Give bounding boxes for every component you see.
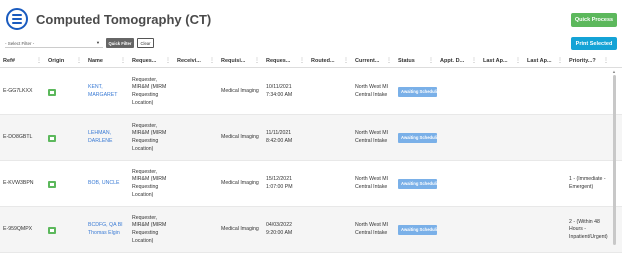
patient-name-link[interactable]: LEHMAN, DARLENE	[85, 115, 129, 161]
current-location-cell: North West MI Central Intake	[355, 130, 389, 144]
column-menu-icon[interactable]: ⋮	[557, 57, 563, 64]
current-location-cell: North West MI Central Intake	[355, 84, 389, 98]
column-menu-icon[interactable]: ⋮	[603, 57, 609, 64]
quick-filter-button[interactable]: Quick Filter	[106, 38, 134, 48]
status-badge: Awaiting Scheduling	[398, 132, 437, 144]
priority-cell: 2 - (Within 48 Hours - Inpatient/Urgent)	[569, 218, 608, 240]
quick-process-button[interactable]: Quick Process	[571, 13, 617, 27]
column-header-last-appt-2[interactable]: Last Ap... ⋮	[524, 54, 566, 68]
table-row[interactable]: E-DO8GBTL LEHMAN, DARLENE Requester, MIR&M…	[0, 115, 622, 161]
clear-button[interactable]: Clear	[137, 38, 154, 48]
menu-icon[interactable]	[6, 8, 28, 30]
column-menu-icon[interactable]: ⋮	[386, 57, 392, 64]
requisition-cell: Medical Imaging	[221, 226, 259, 233]
requester-cell: Requester, MIR&M (MIRM Requesting Location)	[132, 122, 167, 152]
table-header: Ref# ⋮ Origin ⋮ Name ⋮ Reques... ⋮ Receivi..…	[0, 54, 622, 68]
column-header-origin[interactable]: Origin ⋮	[45, 54, 85, 68]
status-cell: Awaiting Scheduling	[395, 161, 437, 207]
ref-cell: E-GG7LKXX	[3, 88, 33, 95]
column-header-priority[interactable]: Priority...? ⋮	[566, 54, 612, 68]
column-menu-icon[interactable]: ⋮	[343, 57, 349, 64]
column-header-routed[interactable]: Routed... ⋮	[308, 54, 352, 68]
priority-cell: 1 - (Immediate - Emergent)	[569, 176, 606, 190]
current-location-cell: North West MI Central Intake	[355, 176, 389, 190]
column-header-name[interactable]: Name ⋮	[85, 54, 129, 68]
column-menu-icon[interactable]: ⋮	[254, 57, 260, 64]
requisition-cell: Medical Imaging	[221, 88, 259, 95]
ref-cell: E-DO8GBTL	[3, 134, 33, 141]
requested-cell: 11/11/2021 8:42:00 AM	[266, 130, 293, 144]
current-location-cell: North West MI Central Intake	[355, 222, 389, 236]
requester-cell: Requester, MIR&M (MIRM Requesting Location)	[132, 168, 167, 198]
requisition-cell: Medical Imaging	[221, 180, 259, 187]
requested-cell: 04/03/2022 9:20:00 AM	[266, 222, 293, 236]
chevron-down-icon: ▼	[96, 40, 100, 45]
ref-cell: E-KVW3BPN	[3, 180, 34, 187]
ref-cell: E-959QMPX	[3, 226, 33, 233]
column-header-current[interactable]: Current... ⋮	[352, 54, 395, 68]
requested-cell: 10/11/2021 7:34:00 AM	[266, 84, 293, 98]
patient-name-link[interactable]: BCDFG, QA BI Thomas Elgin	[85, 207, 129, 253]
column-menu-icon[interactable]: ⋮	[471, 57, 477, 64]
filter-select-value: - Select Filter -	[5, 40, 35, 46]
column-menu-icon[interactable]: ⋮	[209, 57, 215, 64]
column-menu-icon[interactable]: ⋮	[76, 57, 82, 64]
column-header-appt-date[interactable]: Appt. D... ⋮	[437, 54, 480, 68]
status-badge: Awaiting Scheduling	[398, 224, 437, 236]
table-body: E-GG7LKXX KENT, MARGARET Requester, MIR&M …	[0, 69, 622, 256]
filter-select[interactable]: - Select Filter - ▼	[5, 39, 103, 48]
status-cell: Awaiting Scheduling	[395, 69, 437, 115]
table-row[interactable]: E-GG7LKXX KENT, MARGARET Requester, MIR&M …	[0, 69, 622, 115]
scroll-thumb[interactable]	[613, 75, 616, 245]
column-header-requisition[interactable]: Requisi... ⋮	[218, 54, 263, 68]
patient-name-link[interactable]: KENT, MARGARET	[85, 69, 129, 115]
column-header-ref[interactable]: Ref# ⋮	[0, 54, 45, 68]
referrals-table: Ref# ⋮ Origin ⋮ Name ⋮ Reques... ⋮ Receivi..…	[0, 54, 622, 256]
origin-cell	[45, 207, 85, 253]
scroll-up-icon[interactable]: ▲	[612, 69, 616, 74]
origin-cell	[45, 115, 85, 161]
column-menu-icon[interactable]: ⋮	[120, 57, 126, 64]
column-header-last-appt-1[interactable]: Last Ap... ⋮	[480, 54, 524, 68]
column-menu-icon[interactable]: ⋮	[36, 57, 42, 64]
table-scrollbar[interactable]: ▲	[612, 69, 617, 256]
status-badge: Awaiting Scheduling	[398, 178, 437, 190]
origin-cell	[45, 69, 85, 115]
table-row[interactable]: E-KVW3BPN BOB, UNCLE Requester, MIR&M (MI…	[0, 161, 622, 207]
table-row[interactable]: E-959QMPX BCDFG, QA BI Thomas Elgin Reque…	[0, 207, 622, 253]
status-cell: Awaiting Scheduling	[395, 115, 437, 161]
origin-icon[interactable]	[48, 180, 56, 188]
requester-cell: Requester, MIR&M (MIRM Requesting Location)	[132, 214, 167, 244]
column-menu-icon[interactable]: ⋮	[299, 57, 305, 64]
origin-icon[interactable]	[48, 134, 56, 142]
requested-cell: 15/12/2021 1:07:00 PM	[266, 176, 293, 190]
origin-icon[interactable]	[48, 88, 56, 96]
requester-cell: Requester, MIR&M (MIRM Requesting Location)	[132, 76, 167, 106]
status-badge: Awaiting Scheduling	[398, 86, 437, 98]
column-header-requested[interactable]: Reques... ⋮	[263, 54, 308, 68]
column-menu-icon[interactable]: ⋮	[428, 57, 434, 64]
column-header-receiving[interactable]: Receivi... ⋮	[174, 54, 218, 68]
requisition-cell: Medical Imaging	[221, 134, 259, 141]
column-header-requester[interactable]: Reques... ⋮	[129, 54, 174, 68]
column-menu-icon[interactable]: ⋮	[515, 57, 521, 64]
origin-icon[interactable]	[48, 226, 56, 234]
status-cell: Awaiting Scheduling	[395, 207, 437, 253]
origin-cell	[45, 161, 85, 207]
page-header: Computed Tomography (CT) Quick Process	[0, 0, 622, 36]
column-header-status[interactable]: Status ⋮	[395, 54, 437, 68]
page-title: Computed Tomography (CT)	[36, 12, 212, 27]
column-menu-icon[interactable]: ⋮	[165, 57, 171, 64]
patient-name-link[interactable]: BOB, UNCLE	[85, 161, 129, 207]
print-selected-button[interactable]: Print Selected	[571, 37, 617, 50]
